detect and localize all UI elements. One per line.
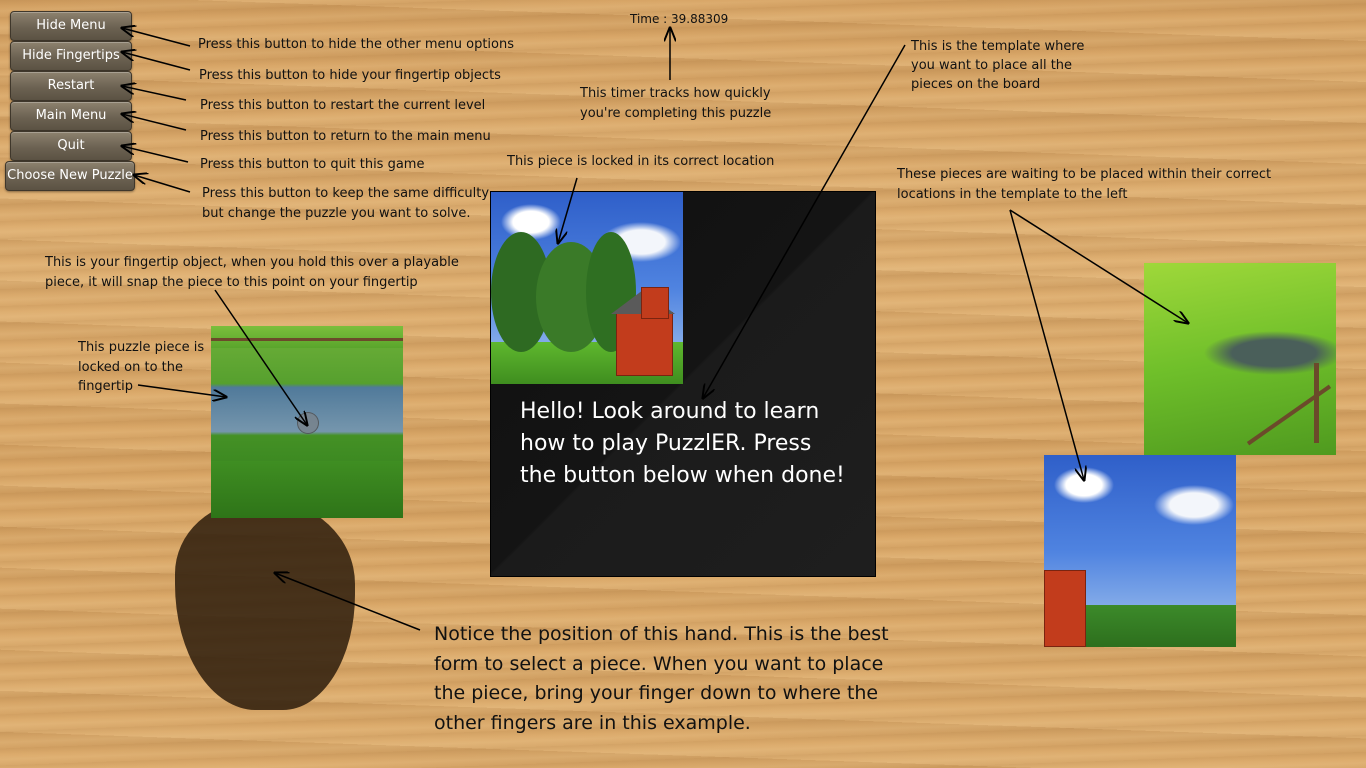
arrow-main-menu bbox=[122, 114, 187, 131]
arrow-hide-fingertips bbox=[122, 52, 191, 71]
arrow-hide-menu bbox=[122, 28, 191, 47]
arrow-template bbox=[703, 44, 906, 398]
arrow-restart bbox=[122, 86, 187, 101]
annotation-arrows bbox=[0, 0, 1366, 631]
arrow-locked-piece bbox=[558, 177, 578, 243]
arrow-fingertip bbox=[214, 289, 307, 425]
arrow-choose-new bbox=[134, 175, 191, 193]
arrow-quit bbox=[122, 146, 189, 163]
arrow-locked-on bbox=[137, 384, 226, 397]
arrow-hand bbox=[275, 573, 421, 631]
